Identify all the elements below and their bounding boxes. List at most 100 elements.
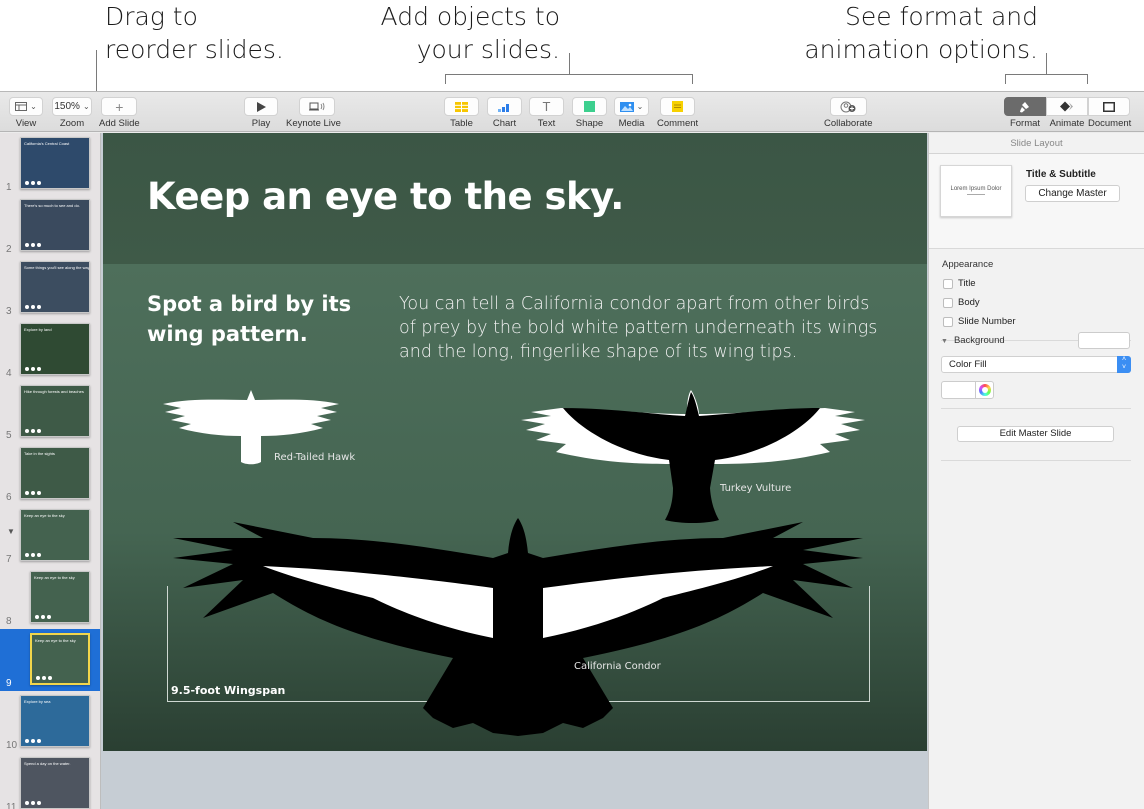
title-checkbox[interactable]: Title [943, 278, 976, 289]
animate-label: Animate [1049, 118, 1085, 129]
add-slide-label: Add Slide [99, 118, 140, 129]
thumbnail-dots [35, 615, 51, 619]
slide-thumbnail[interactable]: Keep an eye to the sky [30, 633, 90, 685]
slide-thumbnail-row[interactable]: There's so much to see and do. 2 [0, 195, 100, 257]
disclosure-triangle-icon[interactable]: ▼ [941, 335, 948, 349]
slide-thumbnail-row[interactable]: Hike through forests and beaches 5 [0, 381, 100, 443]
slide-number: 1 [6, 182, 12, 193]
play-button[interactable]: Play [244, 97, 278, 129]
table-button[interactable]: Table [444, 97, 479, 129]
add-slide-button[interactable]: + Add Slide [99, 97, 140, 129]
paintbrush-icon [1020, 101, 1029, 112]
slide-thumbnail-row[interactable]: Keep an eye to the sky 7 ▼ [0, 505, 100, 567]
broadcast-icon [309, 102, 325, 111]
collaborate-icon [840, 101, 856, 112]
slide-thumbnail[interactable]: Some things you'll see along the way [20, 261, 90, 313]
thumbnail-title: Explore by land [24, 327, 52, 332]
body-checkbox[interactable]: Body [943, 297, 980, 308]
media-button[interactable]: ⌄ Media [614, 97, 649, 129]
edit-master-slide-button[interactable]: Edit Master Slide [957, 426, 1114, 442]
comment-label: Comment [657, 118, 699, 129]
color-well[interactable] [941, 381, 994, 399]
slide-body-text[interactable]: You can tell a California condor apart f… [399, 292, 879, 364]
master-thumbnail[interactable]: Lorem Ipsum Dolor [940, 165, 1012, 217]
slide-thumbnail[interactable]: Keep an eye to the sky [30, 571, 90, 623]
slide-number: 5 [6, 430, 12, 441]
zoom-button[interactable]: 150% ⌄ Zoom [52, 97, 92, 129]
dot [41, 615, 45, 619]
dot [37, 181, 41, 185]
checkbox[interactable] [943, 278, 953, 289]
master-name: Title & Subtitle [1026, 169, 1096, 180]
format-tab[interactable] [1004, 97, 1046, 116]
thumbnail-title: Keep an eye to the sky [35, 638, 76, 643]
slide-thumbnail-row[interactable]: Some things you'll see along the way 3 [0, 257, 100, 319]
slide-number-checkbox[interactable]: Slide Number [943, 316, 1016, 327]
slide-title[interactable]: Keep an eye to the sky. [147, 175, 624, 218]
keynote-live-button[interactable]: Keynote Live [286, 97, 341, 129]
animate-tab[interactable] [1046, 97, 1088, 116]
background-label: Background [953, 335, 1005, 346]
background-color-swatch[interactable] [1078, 332, 1130, 349]
document-label: Document [1088, 118, 1132, 129]
color-wheel-icon[interactable] [979, 384, 991, 396]
chart-button[interactable]: Chart [487, 97, 522, 129]
slide-thumbnail-row[interactable]: Explore by land 4 [0, 319, 100, 381]
dot [31, 305, 35, 309]
slide-navigator[interactable]: California's Central Coast 1 There's so mu… [0, 133, 101, 809]
slide-thumbnail[interactable]: Keep an eye to the sky [20, 509, 90, 561]
checkbox[interactable] [943, 316, 953, 327]
callout-pointer [1005, 74, 1088, 75]
slide-subtitle[interactable]: Spot a bird by its wing pattern. [147, 289, 377, 349]
collaborate-button[interactable]: Collaborate [824, 97, 873, 129]
callout-pointer [1087, 74, 1088, 84]
checkbox[interactable] [943, 297, 953, 308]
inspector-tabs [1004, 97, 1130, 116]
slide-thumbnail[interactable]: Take in the sights [20, 447, 90, 499]
dot [25, 243, 29, 247]
dot [31, 181, 35, 185]
vulture-silhouette[interactable] [515, 388, 871, 528]
slide-number: 3 [6, 306, 12, 317]
slide-canvas[interactable]: Keep an eye to the sky. Spot a bird by i… [101, 133, 928, 809]
hawk-label: Red-Tailed Hawk [274, 452, 356, 463]
shape-button[interactable]: Shape [572, 97, 607, 129]
slide-number: 10 [6, 740, 18, 751]
slide-number: 4 [6, 368, 12, 379]
thumbnail-title: Keep an eye to the sky [34, 575, 75, 580]
thumbnail-title: Keep an eye to the sky [24, 513, 65, 518]
dot [48, 676, 52, 680]
slide-thumbnail[interactable]: California's Central Coast [20, 137, 90, 189]
slide-thumbnail-row[interactable]: California's Central Coast 1 [0, 133, 100, 195]
change-master-button[interactable]: Change Master [1025, 185, 1120, 202]
current-slide[interactable]: Keep an eye to the sky. Spot a bird by i… [103, 133, 927, 751]
slide-thumbnail-row[interactable]: Keep an eye to the sky 8 [0, 567, 100, 629]
thumbnail-dots [25, 243, 41, 247]
document-tab[interactable] [1088, 97, 1130, 116]
text-button[interactable]: T Text [529, 97, 564, 129]
dot [31, 243, 35, 247]
condor-silhouette[interactable] [163, 518, 873, 738]
disclosure-triangle-icon[interactable]: ▼ [7, 527, 15, 536]
slide-thumbnail-row[interactable]: Spend a day on the water. 11 [0, 753, 100, 809]
thumbnail-dots [25, 491, 41, 495]
slide-thumbnail-row[interactable]: Keep an eye to the sky 9 [0, 629, 100, 691]
keynote-window: ⌄ View 150% ⌄ Zoom + Add Slide Play Keyn… [0, 91, 1144, 809]
slide-thumbnail[interactable]: Hike through forests and beaches [20, 385, 90, 437]
dot [25, 491, 29, 495]
slide-thumbnail[interactable]: Explore by land [20, 323, 90, 375]
slide-thumbnail-row[interactable]: Take in the sights 6 [0, 443, 100, 505]
fill-type-select[interactable]: Color Fill ˄ ˅ [941, 356, 1131, 373]
slide-thumbnail-row[interactable]: Explore by sea 10 [0, 691, 100, 753]
slide-thumbnail[interactable]: Spend a day on the water. [20, 757, 90, 809]
table-label: Table [450, 118, 473, 129]
comment-button[interactable]: Comment [657, 97, 698, 129]
slide-thumbnail[interactable]: Explore by sea [20, 695, 90, 747]
callout-add-objects: Add objects to your slides. [370, 0, 560, 66]
document-icon [1103, 101, 1115, 112]
thumbnail-dots [25, 801, 41, 805]
view-button[interactable]: ⌄ View [9, 97, 43, 129]
slide-thumbnail[interactable]: There's so much to see and do. [20, 199, 90, 251]
table-icon [455, 101, 468, 112]
background-heading[interactable]: ▼ Background [941, 335, 1005, 349]
